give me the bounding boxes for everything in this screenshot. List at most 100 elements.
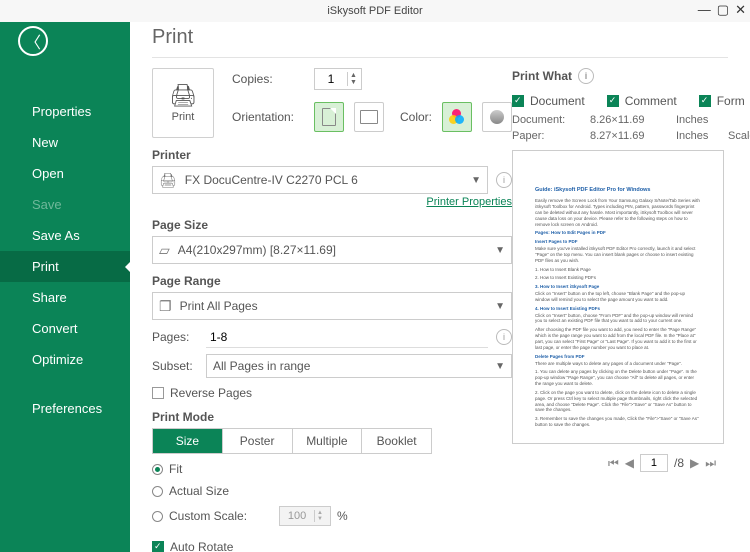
window-title: iSkysoft PDF Editor xyxy=(0,5,750,17)
printmode-section-label: Print Mode xyxy=(152,410,512,424)
landscape-icon xyxy=(360,110,378,124)
close-button[interactable]: ✕ xyxy=(735,2,746,18)
pw-comment-checkbox[interactable] xyxy=(607,95,619,107)
printwhat-info-icon[interactable]: i xyxy=(578,68,594,84)
printer-select-icon: 🖨 xyxy=(159,172,177,189)
printer-properties-link[interactable]: Printer Properties xyxy=(426,196,512,208)
pagerange-value: Print All Pages xyxy=(180,299,258,313)
fit-label: Fit xyxy=(169,462,182,476)
sidebar-item-properties[interactable]: Properties xyxy=(0,96,130,127)
sidebar-item-share[interactable]: Share xyxy=(0,282,130,313)
printwhat-label: Print What xyxy=(512,69,572,83)
printer-select[interactable]: 🖨 FX DocuCentre-IV C2270 PCL 6 ▼ xyxy=(152,166,488,194)
copies-down[interactable]: ▼ xyxy=(350,79,357,86)
copies-input[interactable] xyxy=(315,72,347,86)
copies-spinner[interactable]: ▲▼ xyxy=(314,68,362,90)
printmode-tabs: SizePosterMultipleBooklet xyxy=(152,428,432,454)
pager-last-icon[interactable]: ⏭ xyxy=(705,456,716,471)
meta-doc-unit: Inches xyxy=(676,114,722,126)
subset-label: Subset: xyxy=(152,359,198,373)
page-preview: Guide: iSkysoft PDF Editor Pro for Windo… xyxy=(512,150,724,444)
chevron-down-icon: ▼ xyxy=(495,361,505,372)
pages-label: Pages: xyxy=(152,330,198,344)
autorotate-label: Auto Rotate xyxy=(170,540,233,552)
sidebar-item-convert[interactable]: Convert xyxy=(0,313,130,344)
meta-doc-label: Document: xyxy=(512,114,584,126)
pager-current-input[interactable] xyxy=(640,454,668,472)
sidebar-item-optimize[interactable]: Optimize xyxy=(0,344,130,375)
custom-scale-spinner[interactable]: ▲▼ xyxy=(279,506,331,526)
printer-info-icon[interactable]: i xyxy=(496,172,512,188)
color-icon xyxy=(449,109,465,125)
fit-radio[interactable] xyxy=(152,464,163,475)
sidebar-item-save[interactable]: Save xyxy=(0,189,130,220)
pct-label: % xyxy=(337,509,348,523)
copies-label: Copies: xyxy=(232,72,304,86)
sidebar-item-open[interactable]: Open xyxy=(0,158,130,189)
custom-label: Custom Scale: xyxy=(169,509,247,523)
sidebar-item-new[interactable]: New xyxy=(0,127,130,158)
pager-first-icon[interactable]: ⏮ xyxy=(608,456,619,471)
meta-doc-val: 8.26×11.69 xyxy=(590,114,670,126)
sidebar-item-print[interactable]: Print xyxy=(0,251,130,282)
printmode-tab-booklet[interactable]: Booklet xyxy=(362,429,431,453)
divider xyxy=(152,57,728,58)
printer-icon: 🖨 xyxy=(169,83,197,109)
sidebar-item-save-as[interactable]: Save As xyxy=(0,220,130,251)
pw-comment-label: Comment xyxy=(625,94,677,108)
pager-prev-icon[interactable]: ◀ xyxy=(625,456,634,470)
printmode-tab-poster[interactable]: Poster xyxy=(223,429,293,453)
pager-total: /8 xyxy=(674,456,684,470)
pagesize-value: A4(210x297mm) [8.27×11.69] xyxy=(178,243,336,257)
copies-up[interactable]: ▲ xyxy=(350,72,357,79)
pager-next-icon[interactable]: ▶ xyxy=(690,456,699,470)
back-button[interactable]: 〈 xyxy=(18,26,48,56)
orientation-portrait[interactable] xyxy=(314,102,344,132)
pages-icon: ❐ xyxy=(159,298,172,315)
chevron-down-icon: ▼ xyxy=(471,175,481,186)
pw-document-checkbox[interactable] xyxy=(512,95,524,107)
custom-radio[interactable] xyxy=(152,511,163,522)
portrait-icon xyxy=(322,108,336,126)
color-mode-color[interactable] xyxy=(442,102,472,132)
pagerange-section-label: Page Range xyxy=(152,274,512,288)
pw-document-label: Document xyxy=(530,94,585,108)
page-icon: ▱ xyxy=(159,242,170,259)
chevron-down-icon: ▼ xyxy=(495,301,505,312)
pw-form-label: Form xyxy=(717,94,745,108)
printmode-tab-size[interactable]: Size xyxy=(153,429,223,453)
autorotate-checkbox[interactable] xyxy=(152,541,164,552)
actual-label: Actual Size xyxy=(169,484,229,498)
maximize-button[interactable]: ▢ xyxy=(717,2,729,18)
sidebar-item-preferences[interactable]: Preferences xyxy=(0,393,130,424)
chevron-down-icon: ▼ xyxy=(495,245,505,256)
pages-info-icon[interactable]: i xyxy=(496,329,512,345)
printmode-tab-multiple[interactable]: Multiple xyxy=(293,429,363,453)
grayscale-icon xyxy=(490,110,504,124)
print-tile-label: Print xyxy=(172,111,195,123)
meta-scale-label: Scale: xyxy=(728,130,750,142)
color-mode-gray[interactable] xyxy=(482,102,512,132)
sidebar: 〈 PropertiesNewOpenSaveSave AsPrintShare… xyxy=(0,22,130,552)
meta-paper-val: 8.27×11.69 xyxy=(590,130,670,142)
actual-radio[interactable] xyxy=(152,486,163,497)
reverse-checkbox[interactable] xyxy=(152,387,164,399)
meta-paper-unit: Inches xyxy=(676,130,722,142)
pages-input[interactable] xyxy=(206,326,488,348)
minimize-button[interactable]: — xyxy=(698,2,711,18)
custom-scale-input xyxy=(280,510,314,522)
printer-section-label: Printer xyxy=(152,148,512,162)
orientation-landscape[interactable] xyxy=(354,102,384,132)
pagesize-section-label: Page Size xyxy=(152,218,512,232)
page-title: Print xyxy=(152,26,728,49)
meta-paper-label: Paper: xyxy=(512,130,584,142)
print-tile[interactable]: 🖨 Print xyxy=(152,68,214,138)
printer-value: FX DocuCentre-IV C2270 PCL 6 xyxy=(185,173,358,187)
pw-form-checkbox[interactable] xyxy=(699,95,711,107)
pagerange-select[interactable]: ❐ Print All Pages ▼ xyxy=(152,292,512,320)
subset-value: All Pages in range xyxy=(213,359,310,373)
pagesize-select[interactable]: ▱ A4(210x297mm) [8.27×11.69] ▼ xyxy=(152,236,512,264)
reverse-label: Reverse Pages xyxy=(170,386,252,400)
subset-select[interactable]: All Pages in range ▼ xyxy=(206,354,512,378)
preview-pager: ⏮ ◀ /8 ▶ ⏭ xyxy=(512,454,750,472)
